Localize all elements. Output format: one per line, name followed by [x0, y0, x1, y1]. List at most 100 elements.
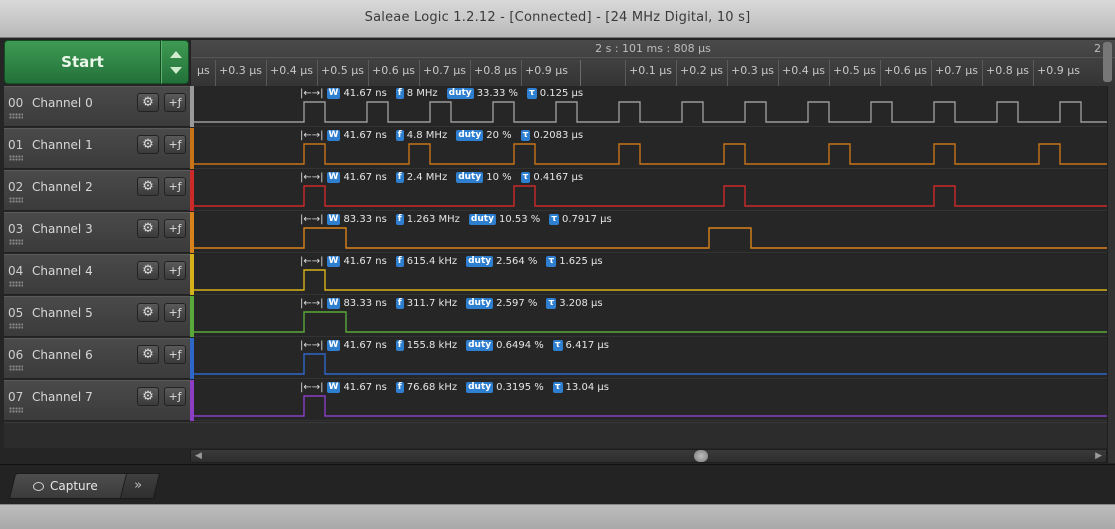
trigger-icon[interactable]: +ƒ [164, 93, 186, 112]
channel-label-02[interactable]: 02 Channel 2 ⚙ +ƒ [4, 170, 190, 211]
signal-trace [194, 395, 1107, 417]
drag-handle-icon[interactable] [9, 113, 23, 119]
ruler-tickmark [829, 60, 830, 86]
measurement-readout: |←→| W 41.67 ns f 76.68 kHz duty 0.3195 % τ 13.0… [300, 382, 615, 396]
ruler-tickmark [317, 60, 318, 86]
drag-handle-icon[interactable] [9, 281, 23, 287]
channel-label-06[interactable]: 06 Channel 6 ⚙ +ƒ [4, 338, 190, 379]
ruler-tickmark [368, 60, 369, 86]
frequency-badge: f [395, 130, 404, 141]
ruler-tickmark [419, 60, 420, 86]
ruler-tickmark [931, 60, 932, 86]
title-bar: Saleae Logic 1.2.12 - [Connected] - [24 … [0, 0, 1115, 38]
ruler-scroll-handle[interactable] [1103, 42, 1112, 82]
channel-name[interactable]: Channel 7 [32, 390, 93, 404]
trigger-icon[interactable]: +ƒ [164, 261, 186, 280]
width-marker-icon: |←→| [300, 340, 324, 351]
width-marker-icon: |←→| [300, 88, 324, 99]
channel-label-07[interactable]: 07 Channel 7 ⚙ +ƒ [4, 380, 190, 421]
duty-cycle: 20 % [486, 130, 512, 141]
ruler-tick-partial: μs [197, 64, 210, 77]
width-marker-icon: |←→| [300, 382, 324, 393]
pulse-width: 83.33 ns [343, 214, 387, 225]
measurement-readout: |←→| W 41.67 ns f 8 MHz duty 33.33 % τ 0.125 μs [300, 88, 589, 102]
channel-label-01[interactable]: 01 Channel 1 ⚙ +ƒ [4, 128, 190, 169]
ruler-tick-label: +0.6 μs [372, 64, 415, 77]
tab-capture[interactable]: Capture [8, 473, 136, 499]
chevron-down-icon[interactable] [170, 67, 182, 74]
channel-label-00[interactable]: 00 Channel 0 ⚙ +ƒ [4, 86, 190, 127]
frequency-badge: f [395, 340, 404, 351]
ruler-tick-label: +0.7 μs [935, 64, 978, 77]
trigger-icon[interactable]: +ƒ [164, 219, 186, 238]
drag-handle-icon[interactable] [9, 197, 23, 203]
duty-cycle: 0.3195 % [496, 382, 544, 393]
duty-cycle: 33.33 % [476, 88, 518, 99]
ruler-major-divider [580, 60, 581, 86]
time-ruler[interactable]: 2 s : 101 ms : 808 μs 2 μs +0.3 μs +0.4 μ… [190, 40, 1115, 86]
gear-icon[interactable]: ⚙ [137, 387, 159, 406]
ruler-tickmark [521, 60, 522, 86]
ruler-tick-label: +0.8 μs [986, 64, 1029, 77]
signal-trace [194, 185, 1107, 207]
ruler-tick-label: +0.3 μs [731, 64, 774, 77]
channel-name[interactable]: Channel 5 [32, 306, 93, 320]
trigger-icon[interactable]: +ƒ [164, 345, 186, 364]
period: 13.04 μs [565, 382, 609, 393]
gear-icon[interactable]: ⚙ [137, 93, 159, 112]
trigger-icon[interactable]: +ƒ [164, 177, 186, 196]
trigger-icon[interactable]: +ƒ [164, 135, 186, 154]
gear-icon[interactable]: ⚙ [137, 135, 159, 154]
scroll-left-icon[interactable]: ◀ [195, 451, 202, 461]
scroll-right-icon[interactable]: ▶ [1095, 451, 1102, 461]
more-tabs-button[interactable]: » [119, 473, 161, 499]
capture-icon [33, 482, 44, 491]
drag-handle-icon[interactable] [9, 323, 23, 329]
pulse-width: 41.67 ns [343, 382, 387, 393]
period-badge: τ [549, 214, 560, 225]
channel-label-05[interactable]: 05 Channel 5 ⚙ +ƒ [4, 296, 190, 337]
trigger-icon[interactable]: +ƒ [164, 387, 186, 406]
start-options-spinner[interactable] [161, 40, 189, 84]
channel-name[interactable]: Channel 1 [32, 138, 93, 152]
channel-name[interactable]: Channel 3 [32, 222, 93, 236]
gear-icon[interactable]: ⚙ [137, 219, 159, 238]
vertical-scrollbar[interactable] [1107, 86, 1115, 463]
channel-name[interactable]: Channel 0 [32, 96, 93, 110]
gear-icon[interactable]: ⚙ [137, 261, 159, 280]
channel-number: 02 [8, 180, 24, 194]
gear-icon[interactable]: ⚙ [137, 345, 159, 364]
channel-number: 07 [8, 390, 24, 404]
channel-name[interactable]: Channel 6 [32, 348, 93, 362]
measurement-readout: |←→| W 41.67 ns f 155.8 kHz duty 0.6494 % τ 6.41… [300, 340, 615, 354]
ruler-right-label: 2 [1094, 42, 1101, 55]
drag-handle-icon[interactable] [9, 365, 23, 371]
ruler-tickmark [982, 60, 983, 86]
period: 0.2083 μs [533, 130, 584, 141]
ruler-tick-label: +0.8 μs [474, 64, 517, 77]
horizontal-scrollbar[interactable]: ◀ ▶ [190, 449, 1107, 463]
drag-handle-icon[interactable] [9, 239, 23, 245]
period: 3.208 μs [559, 298, 603, 309]
ruler-tickmark [880, 60, 881, 86]
channel-name[interactable]: Channel 4 [32, 264, 93, 278]
drag-handle-icon[interactable] [9, 407, 23, 413]
ruler-tickmark [727, 60, 728, 86]
chevron-up-icon[interactable] [170, 51, 182, 58]
drag-handle-icon[interactable] [9, 155, 23, 161]
channel-name[interactable]: Channel 2 [32, 180, 93, 194]
channel-label-03[interactable]: 03 Channel 3 ⚙ +ƒ [4, 212, 190, 253]
width-badge: W [326, 130, 341, 141]
width-marker-icon: |←→| [300, 214, 324, 225]
gear-icon[interactable]: ⚙ [137, 177, 159, 196]
scroll-thumb[interactable] [694, 450, 708, 462]
trigger-icon[interactable]: +ƒ [164, 303, 186, 322]
channel-label-04[interactable]: 04 Channel 4 ⚙ +ƒ [4, 254, 190, 295]
period-badge: τ [527, 88, 537, 99]
gear-icon[interactable]: ⚙ [137, 303, 159, 322]
channel-number: 04 [8, 264, 24, 278]
period: 0.125 μs [539, 88, 584, 99]
start-button[interactable]: Start [4, 40, 161, 84]
width-badge: W [326, 298, 341, 309]
frequency: 311.7 kHz [406, 298, 458, 309]
